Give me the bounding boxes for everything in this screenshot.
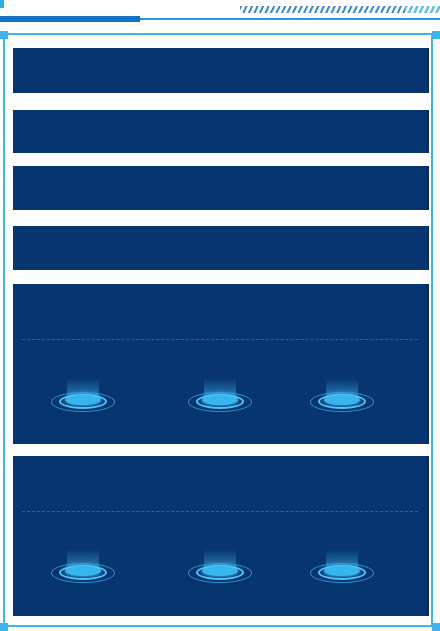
info-panel-4	[13, 226, 429, 270]
panel-divider	[22, 339, 418, 340]
pedestal-icon	[307, 549, 377, 589]
header-divider-line	[140, 18, 440, 20]
info-panel-2	[13, 110, 429, 153]
frame-corner-top-left	[0, 31, 8, 39]
stat-panel-1	[13, 284, 429, 444]
pedestal-icon	[48, 549, 118, 589]
pedestal-icon	[185, 549, 255, 589]
header-accent-mark	[0, 0, 4, 8]
info-panel-3	[13, 166, 429, 210]
stat-panel-2	[13, 456, 429, 616]
panel-divider	[22, 511, 418, 512]
frame-corner-bottom-left	[0, 623, 8, 631]
frame-corner-top-right	[432, 31, 440, 39]
pedestal-icon	[185, 378, 255, 418]
pedestal-icon	[48, 378, 118, 418]
frame-corner-bottom-right	[432, 623, 440, 631]
top-header-bar	[0, 0, 440, 30]
header-hatch-fade	[405, 6, 440, 13]
header-accent-line	[0, 16, 140, 22]
pedestal-icon	[307, 378, 377, 418]
info-panel-1	[13, 48, 429, 93]
